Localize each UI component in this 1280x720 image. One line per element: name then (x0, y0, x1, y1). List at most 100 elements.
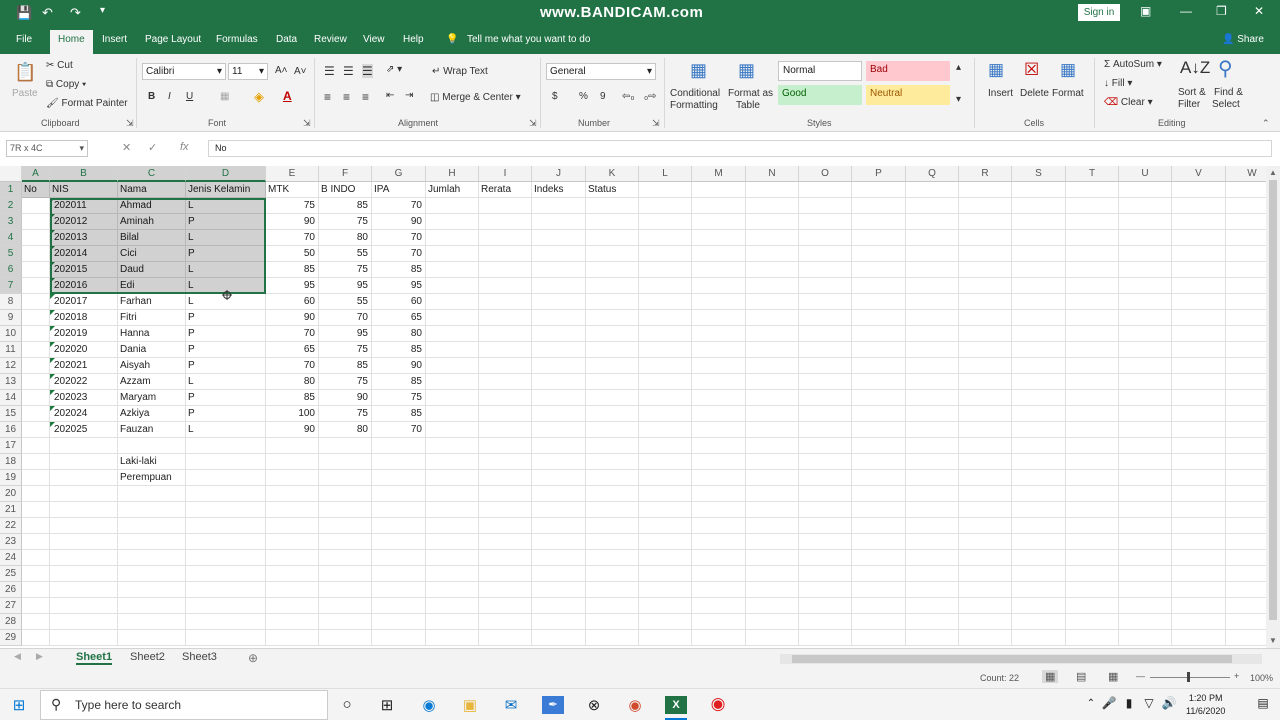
grid-cell[interactable] (1172, 214, 1226, 230)
grid-cell[interactable] (746, 390, 799, 406)
grid-cell[interactable] (186, 630, 266, 646)
grid-cell[interactable] (586, 582, 639, 598)
grid-cell[interactable] (1172, 518, 1226, 534)
grid-cell[interactable] (852, 342, 906, 358)
grid-cell[interactable] (852, 470, 906, 486)
grid-cell[interactable] (746, 294, 799, 310)
nis-cell[interactable]: 202019 (50, 326, 118, 342)
grid-cell[interactable] (532, 406, 586, 422)
grid-cell[interactable] (799, 598, 852, 614)
tab-help[interactable]: Help (403, 34, 424, 45)
grid-cell[interactable] (426, 294, 479, 310)
grid-cell[interactable] (319, 582, 372, 598)
grid-cell[interactable] (22, 550, 50, 566)
grid-cell[interactable] (799, 454, 852, 470)
delete-cells-icon[interactable]: ☒ (1024, 60, 1039, 80)
grid-cell[interactable] (639, 614, 692, 630)
grid-cell[interactable] (746, 342, 799, 358)
grid-cell[interactable] (1066, 486, 1119, 502)
grid-cell[interactable] (50, 454, 118, 470)
align-left-icon[interactable]: ≡ (324, 90, 331, 104)
grid-cell[interactable] (746, 422, 799, 438)
row-header-28[interactable]: 28 (0, 614, 22, 630)
font-launcher-icon[interactable]: ⇲ (303, 118, 311, 129)
column-header-h[interactable]: H (426, 166, 479, 182)
grid-cell[interactable] (852, 198, 906, 214)
grid-cell[interactable] (479, 342, 532, 358)
grid-cell[interactable] (1226, 246, 1266, 262)
paste-icon[interactable]: 📋 (14, 62, 36, 83)
grid-cell[interactable] (692, 550, 746, 566)
grid-cell[interactable] (319, 518, 372, 534)
row-header-19[interactable]: 19 (0, 470, 22, 486)
grid-cell[interactable] (1172, 406, 1226, 422)
grid-cell[interactable] (586, 278, 639, 294)
grid-cell[interactable] (479, 374, 532, 390)
nama-cell[interactable]: Hanna (118, 326, 186, 342)
grid-cell[interactable] (1012, 614, 1066, 630)
grid-cell[interactable] (906, 262, 959, 278)
grid-cell[interactable] (1226, 598, 1266, 614)
grid-cell[interactable] (799, 358, 852, 374)
grid-cell[interactable] (852, 598, 906, 614)
grid-cell[interactable] (692, 630, 746, 646)
grid-cell[interactable] (426, 406, 479, 422)
grid-cell[interactable] (959, 454, 1012, 470)
decrease-font-icon[interactable]: A˅ (294, 66, 307, 77)
grid-cell[interactable] (959, 342, 1012, 358)
grid-cell[interactable] (1226, 550, 1266, 566)
grid-cell[interactable] (1172, 470, 1226, 486)
bindo-cell[interactable]: 55 (319, 294, 372, 310)
grid-cell[interactable] (1012, 182, 1066, 198)
grid-cell[interactable] (1066, 470, 1119, 486)
grid-cell[interactable] (532, 422, 586, 438)
grid-cell[interactable] (532, 470, 586, 486)
grid-cell[interactable] (799, 582, 852, 598)
column-header-s[interactable]: S (1012, 166, 1066, 182)
paste-button[interactable]: Paste (12, 88, 38, 99)
grid-cell[interactable] (1012, 278, 1066, 294)
grid-cell[interactable] (22, 566, 50, 582)
grid-cell[interactable] (532, 230, 586, 246)
column-header-j[interactable]: J (532, 166, 586, 182)
grid-cell[interactable] (426, 374, 479, 390)
grid-cell[interactable] (959, 198, 1012, 214)
grid-cell[interactable] (1119, 422, 1172, 438)
grid-cell[interactable] (1172, 550, 1226, 566)
grid-cell[interactable] (1119, 598, 1172, 614)
grid-cell[interactable] (1012, 454, 1066, 470)
insert-function-button[interactable]: fx (180, 141, 189, 153)
xbox-icon[interactable]: ⊗ (583, 696, 605, 714)
grid-cell[interactable] (479, 406, 532, 422)
grid-cell[interactable] (532, 358, 586, 374)
nama-cell[interactable]: Azkiya (118, 406, 186, 422)
grid-cell[interactable] (906, 342, 959, 358)
grid-cell[interactable] (479, 566, 532, 582)
bottom-align-icon[interactable]: ☰ (362, 64, 373, 78)
row-header-6[interactable]: 6 (0, 262, 22, 278)
top-align-icon[interactable]: ☰ (324, 64, 335, 78)
grid-cell[interactable] (639, 230, 692, 246)
header-cell[interactable]: Status (586, 182, 639, 198)
grid-cell[interactable] (22, 582, 50, 598)
nama-cell[interactable]: Farhan (118, 294, 186, 310)
grid-cell[interactable] (852, 326, 906, 342)
grid-cell[interactable] (1119, 278, 1172, 294)
grid-cell[interactable] (22, 246, 50, 262)
grid-cell[interactable] (852, 310, 906, 326)
borders-icon[interactable]: ▦ (220, 91, 229, 102)
pen-app-icon[interactable]: ✒ (542, 696, 564, 714)
ipa-cell[interactable]: 65 (372, 310, 426, 326)
grid-cell[interactable] (118, 550, 186, 566)
grid-cell[interactable] (799, 502, 852, 518)
zoom-slider[interactable] (1150, 677, 1230, 678)
nis-cell[interactable]: 202024 (50, 406, 118, 422)
grid-cell[interactable] (426, 582, 479, 598)
grid-cell[interactable] (1066, 198, 1119, 214)
grid-cell[interactable] (692, 374, 746, 390)
style-good[interactable]: Good (778, 85, 862, 105)
grid-cell[interactable] (959, 182, 1012, 198)
column-header-i[interactable]: I (479, 166, 532, 182)
sign-in-button[interactable]: Sign in (1078, 4, 1120, 21)
grid-cell[interactable] (692, 534, 746, 550)
